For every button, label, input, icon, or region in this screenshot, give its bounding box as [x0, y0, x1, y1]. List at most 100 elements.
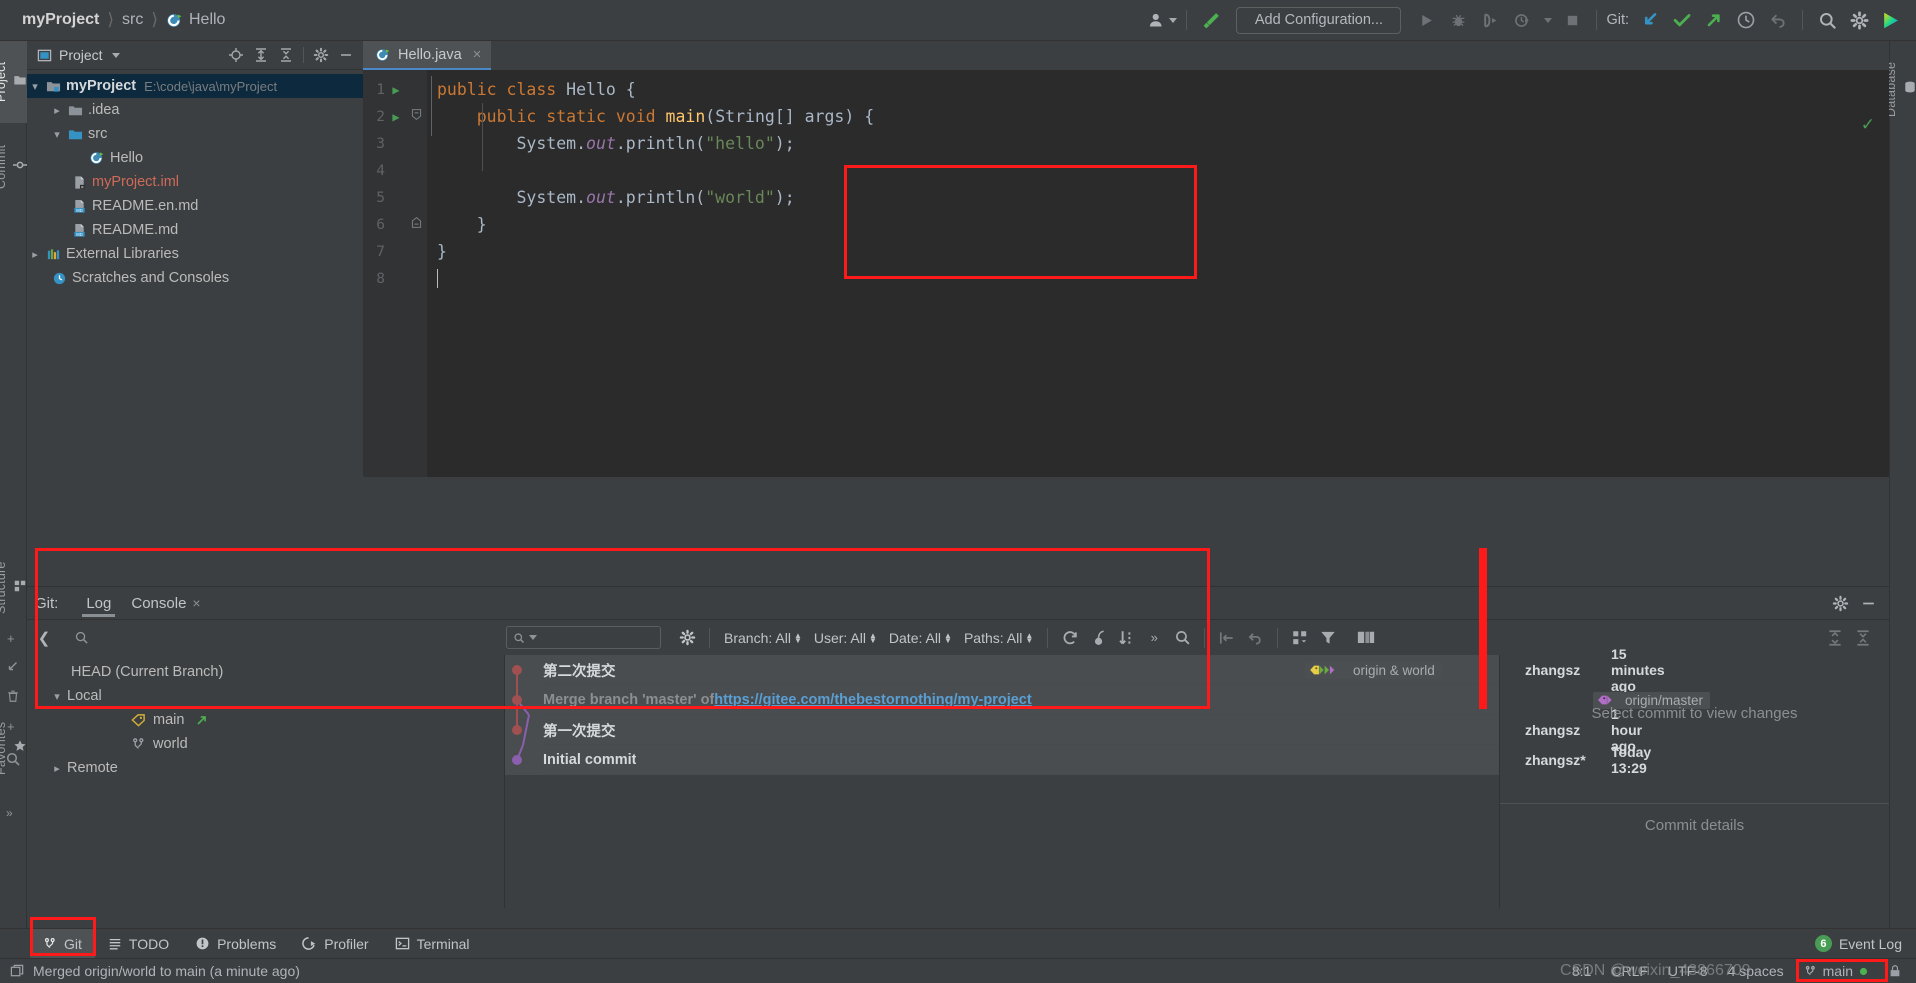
filter-user[interactable]: User: All ▲ ▼ [808, 630, 883, 646]
tree-node-myproject[interactable]: ▾ myProject E:\code\java\myProject [27, 74, 363, 98]
branch-node-remote[interactable]: ▸ Remote [27, 756, 504, 780]
file-encoding[interactable]: UTF-8 [1668, 963, 1708, 979]
editor-tab-hello-java[interactable]: Hello.java × [363, 41, 492, 70]
refresh-icon[interactable] [1056, 625, 1084, 651]
code-text[interactable]: public class Hello { public static void … [427, 70, 1889, 477]
fold-close-icon[interactable] [407, 216, 425, 233]
sidebar-item-favorites[interactable]: Favorites [0, 702, 27, 794]
sidebar-item-structure[interactable]: Structure [0, 541, 27, 635]
commit-row[interactable]: 第二次提交 origin & world zhangsz 15 minutes … [505, 646, 1665, 694]
back-arrow-icon[interactable]: ❮ [27, 629, 61, 647]
close-icon[interactable]: × [473, 46, 482, 63]
commit-message-link[interactable]: https://gitee.com/thebestornothing/my-pr… [714, 692, 1031, 708]
code-editor[interactable]: 1 ▶ 2 ▶ 3 4 5 6 7 8 public class Hello { p… [363, 70, 1889, 477]
fold-open-icon[interactable] [407, 108, 425, 125]
add-secondary-icon[interactable]: + [7, 719, 15, 734]
search-everywhere-icon[interactable] [1812, 5, 1842, 35]
gear-icon[interactable] [1829, 592, 1851, 614]
chevron-right-icon[interactable]: ▸ [47, 762, 67, 775]
commit-row[interactable]: Initial commit zhangsz* Today 13:29 [505, 744, 1651, 776]
layout-icon[interactable] [1352, 625, 1380, 651]
lock-icon[interactable] [1888, 964, 1902, 978]
stop-icon[interactable] [1557, 5, 1587, 35]
branch-node-local[interactable]: ▾ Local [27, 684, 504, 708]
chevron-right-icon[interactable]: ▸ [49, 104, 65, 117]
tree-node-readme-en[interactable]: MD README.en.md [27, 194, 363, 218]
tree-node-idea[interactable]: ▸ .idea [27, 98, 363, 122]
revert-icon[interactable] [1241, 625, 1269, 651]
sidebar-item-database[interactable]: Database [1884, 41, 1916, 137]
filter-branch[interactable]: Branch: All ▲ ▼ [718, 630, 808, 646]
event-log-button[interactable]: 6 Event Log [1814, 935, 1916, 952]
tree-node-iml[interactable]: myProject.iml [27, 170, 363, 194]
git-branch-widget[interactable]: main [1804, 963, 1868, 979]
line-separator[interactable]: CRLF [1611, 963, 1648, 979]
bottom-item-problems[interactable]: Problems [182, 929, 289, 959]
search-icon[interactable] [1168, 625, 1196, 651]
breadcrumb-src[interactable]: src [116, 11, 149, 29]
tab-console[interactable]: Console × [121, 587, 210, 619]
add-icon[interactable]: + [7, 631, 15, 646]
log-filter-input[interactable] [506, 626, 661, 649]
bottom-item-terminal[interactable]: Terminal [382, 929, 483, 959]
branch-node-head[interactable]: HEAD (Current Branch) [27, 660, 504, 684]
filter-paths[interactable]: Paths: All ▲ ▼ [958, 630, 1039, 646]
caret-position[interactable]: 8:1 [1572, 963, 1591, 979]
collapse-all-icon[interactable] [1849, 625, 1877, 651]
collapse-to-icon[interactable] [1213, 625, 1241, 651]
more-chevrons-icon[interactable]: » [1140, 625, 1168, 651]
breadcrumb-class[interactable]: Hello [183, 11, 231, 29]
commit-ref-chip[interactable]: origin & world [1305, 661, 1442, 679]
profile-dropdown-icon[interactable] [1507, 5, 1537, 35]
build-hammer-icon[interactable] [1196, 5, 1226, 35]
locate-icon[interactable] [225, 44, 247, 66]
chevron-down-icon[interactable] [111, 52, 120, 58]
chevron-down-icon[interactable]: ▾ [47, 690, 67, 703]
gear-icon[interactable] [1844, 5, 1874, 35]
update-project-icon[interactable] [1635, 5, 1665, 35]
status-message-area[interactable]: Merged origin/world to main (a minute ag… [10, 963, 300, 979]
debug-icon[interactable] [1443, 5, 1473, 35]
breadcrumb-project[interactable]: myProject [16, 11, 105, 29]
run-gutter-icon[interactable]: ▶ [385, 110, 407, 124]
push-arrow-icon[interactable] [1699, 5, 1729, 35]
close-icon[interactable]: × [192, 595, 200, 611]
merge-icon[interactable] [6, 659, 20, 678]
tree-node-src[interactable]: ▾ src [27, 122, 363, 146]
run-icon[interactable] [1411, 5, 1441, 35]
tree-node-external-libraries[interactable]: ▸ External Libraries [27, 242, 363, 266]
expand-all-icon[interactable] [1821, 625, 1849, 651]
profile-chevron-icon[interactable] [1539, 5, 1555, 35]
editor-gutter[interactable]: 1 ▶ 2 ▶ 3 4 5 6 7 8 [363, 70, 427, 477]
group-by-icon[interactable] [1286, 625, 1314, 651]
run-with-coverage-icon[interactable] [1475, 5, 1505, 35]
sort-icon[interactable] [1112, 625, 1140, 651]
gear-icon[interactable] [673, 625, 701, 651]
tree-node-readme[interactable]: MD README.md [27, 218, 363, 242]
chevron-down-icon[interactable]: ▾ [49, 128, 65, 141]
commit-row[interactable]: 第一次提交 zhangsz 1 hour ago [505, 706, 1642, 754]
rollback-icon[interactable] [1763, 5, 1793, 35]
chevron-down-icon[interactable] [529, 635, 537, 640]
sidebar-item-commit[interactable]: Commit [0, 125, 27, 209]
sidebar-item-project[interactable]: Project [0, 41, 27, 123]
commit-row[interactable]: Merge branch 'master' of https://gitee.c… [505, 685, 1711, 716]
add-configuration-button[interactable]: Add Configuration... [1236, 6, 1402, 34]
branch-node-world[interactable]: world [27, 732, 504, 756]
chevron-right-icon[interactable]: ▸ [27, 248, 43, 261]
branch-node-main[interactable]: main [27, 708, 504, 732]
tree-node-hello[interactable]: Hello [27, 146, 363, 170]
indent-setting[interactable]: 4 spaces [1728, 963, 1784, 979]
more-chevrons-icon[interactable]: » [6, 806, 13, 820]
commit-checkmark-icon[interactable] [1667, 5, 1697, 35]
bottom-item-todo[interactable]: TODO [95, 929, 182, 959]
bottom-item-git[interactable]: Git [30, 928, 95, 959]
collapse-all-icon[interactable] [275, 44, 297, 66]
inspection-ok-icon[interactable]: ✓ [1861, 115, 1875, 135]
hide-icon[interactable] [1857, 592, 1879, 614]
gear-icon[interactable] [310, 44, 332, 66]
user-profiles-icon[interactable] [1147, 5, 1177, 35]
history-clock-icon[interactable] [1731, 5, 1761, 35]
bottom-item-profiler[interactable]: Profiler [289, 929, 381, 959]
run-gutter-icon[interactable]: ▶ [385, 83, 407, 97]
